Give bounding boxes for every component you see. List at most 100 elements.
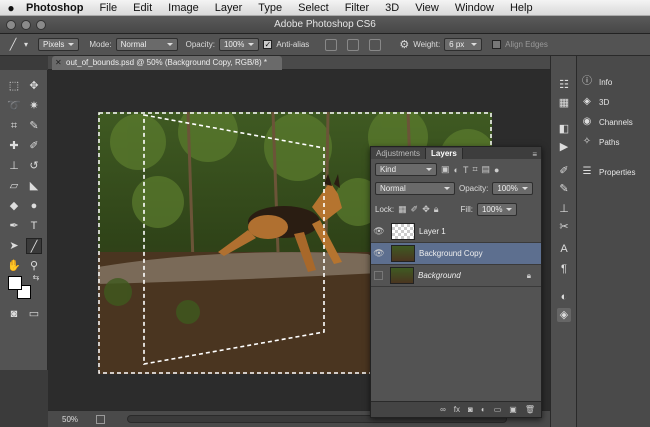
weight-field[interactable]: 6 px bbox=[444, 38, 483, 51]
swatches-panel-icon[interactable]: ▦ bbox=[557, 96, 571, 110]
foreground-color-swatch[interactable] bbox=[8, 276, 22, 290]
app-menu[interactable]: Photoshop bbox=[22, 2, 91, 14]
tab-layers[interactable]: Layers bbox=[426, 148, 463, 159]
menu-image[interactable]: Image bbox=[160, 2, 207, 14]
clone-stamp-tool-icon[interactable]: ⊥ bbox=[6, 158, 22, 174]
filter-pixel-icon[interactable]: ▣ bbox=[441, 164, 450, 175]
clone-source-panel-icon[interactable]: ⊥ bbox=[557, 202, 571, 216]
healing-brush-tool-icon[interactable]: ✚ bbox=[6, 138, 22, 154]
filter-type-icon[interactable]: T bbox=[463, 165, 469, 175]
layer-mask-icon[interactable]: ◙ bbox=[468, 405, 473, 414]
blend-mode-dropdown[interactable]: Normal bbox=[375, 182, 455, 195]
panel-info[interactable]: ⓘ Info bbox=[581, 76, 612, 88]
panel-paths[interactable]: ✧ Paths bbox=[581, 136, 620, 148]
type-tool-icon[interactable]: T bbox=[26, 218, 42, 234]
eraser-tool-icon[interactable]: ▱ bbox=[6, 178, 22, 194]
layer-opacity-field[interactable]: 100% bbox=[492, 182, 533, 195]
layer-row-background[interactable]: Background 🔒︎ bbox=[371, 265, 541, 287]
apple-menu-icon[interactable]: ● bbox=[0, 1, 22, 15]
tool-presets-panel-icon[interactable]: ✂ bbox=[557, 220, 571, 234]
history-brush-tool-icon[interactable]: ↺ bbox=[26, 158, 42, 174]
eyedropper-tool-icon[interactable]: ✎ bbox=[26, 118, 42, 134]
hand-tool-icon[interactable]: ✋ bbox=[6, 258, 22, 274]
magic-wand-tool-icon[interactable]: ✷ bbox=[26, 98, 42, 114]
dodge-tool-icon[interactable]: ● bbox=[26, 198, 42, 214]
minimize-window-button[interactable] bbox=[21, 20, 31, 30]
lock-position-icon[interactable]: ✥ bbox=[422, 204, 430, 215]
menu-file[interactable]: File bbox=[91, 2, 125, 14]
adjustments-panel-icon[interactable]: ◐ bbox=[557, 290, 571, 304]
antialias-checkbox[interactable]: ✓ bbox=[263, 40, 273, 49]
menu-filter[interactable]: Filter bbox=[337, 2, 377, 14]
actions-panel-icon[interactable]: ▶ bbox=[557, 140, 571, 154]
new-group-icon[interactable]: ▭ bbox=[494, 405, 502, 414]
brush-panel-icon[interactable]: ✐ bbox=[557, 164, 571, 178]
fill-field[interactable]: 100% bbox=[476, 203, 518, 216]
opacity-field[interactable]: 100% bbox=[218, 38, 260, 51]
swap-colors-icon[interactable]: ⇆ bbox=[28, 270, 44, 286]
brush-presets-panel-icon[interactable]: ✎ bbox=[557, 182, 571, 196]
lock-image-icon[interactable]: ✐ bbox=[411, 204, 419, 215]
close-window-button[interactable] bbox=[6, 20, 16, 30]
blur-tool-icon[interactable]: ◆ bbox=[6, 198, 22, 214]
menu-3d[interactable]: 3D bbox=[377, 2, 407, 14]
filter-kind-dropdown[interactable]: Kind bbox=[375, 163, 437, 176]
document-tab[interactable]: ✕ out_of_bounds.psd @ 50% (Background Co… bbox=[52, 56, 282, 70]
layer-row-background-copy[interactable]: 👁︎ Background Copy bbox=[371, 243, 541, 265]
link-layers-icon[interactable]: ∞ bbox=[440, 405, 446, 414]
layer-style-icon[interactable]: fx bbox=[454, 405, 460, 414]
new-layer-icon[interactable]: ▣ bbox=[509, 405, 517, 414]
crop-tool-icon[interactable]: ⌗ bbox=[6, 118, 22, 134]
menu-view[interactable]: View bbox=[407, 2, 447, 14]
line-tool-preset-icon[interactable]: ╱ bbox=[6, 37, 20, 53]
screen-mode-icon[interactable]: ▭ bbox=[26, 306, 42, 322]
layer-row-layer-1[interactable]: 👁︎ Layer 1 bbox=[371, 221, 541, 243]
paragraph-panel-icon[interactable]: ¶ bbox=[557, 262, 571, 276]
character-panel-icon[interactable]: A bbox=[557, 242, 571, 256]
history-panel-icon[interactable]: ☷ bbox=[557, 78, 571, 92]
eye-icon[interactable]: 👁︎ bbox=[371, 248, 387, 259]
eye-icon[interactable]: 👁︎ bbox=[371, 226, 387, 237]
brush-tool-icon[interactable]: ✐ bbox=[26, 138, 42, 154]
preset-dropdown-arrow-icon[interactable]: ▾ bbox=[24, 40, 28, 49]
status-info-icon[interactable] bbox=[96, 414, 106, 424]
zoom-window-button[interactable] bbox=[36, 20, 46, 30]
menu-window[interactable]: Window bbox=[447, 2, 502, 14]
lock-all-icon[interactable]: 🔒︎ bbox=[434, 204, 439, 215]
gear-icon[interactable]: ⚙ bbox=[399, 38, 409, 51]
visibility-toggle-off[interactable] bbox=[374, 271, 383, 280]
units-dropdown[interactable]: Pixels bbox=[38, 38, 80, 51]
path-selection-tool-icon[interactable]: ➤ bbox=[6, 238, 22, 254]
layers-panel-icon[interactable]: ◈ bbox=[557, 308, 571, 322]
panel-menu-icon[interactable]: ≡ bbox=[532, 150, 541, 159]
quick-mask-icon[interactable]: ◙ bbox=[6, 306, 22, 322]
marquee-tool-icon[interactable]: ⬚ bbox=[6, 78, 22, 94]
menu-help[interactable]: Help bbox=[502, 2, 541, 14]
pen-tool-icon[interactable]: ✒ bbox=[6, 218, 22, 234]
path-operations-icon[interactable] bbox=[325, 38, 338, 51]
filter-smart-object-icon[interactable]: ▤ bbox=[482, 164, 491, 175]
filter-toggle-icon[interactable]: ● bbox=[494, 165, 499, 175]
panel-3d[interactable]: ◈ 3D bbox=[581, 96, 609, 108]
line-tool-icon[interactable]: ╱ bbox=[26, 238, 42, 254]
adjustment-layer-icon[interactable]: ◐ bbox=[481, 405, 486, 414]
trash-icon[interactable]: 🗑︎ bbox=[525, 405, 535, 414]
mode-dropdown[interactable]: Normal bbox=[115, 38, 178, 51]
lock-transparent-icon[interactable]: ▦ bbox=[398, 204, 407, 215]
tab-adjustments[interactable]: Adjustments bbox=[371, 148, 427, 159]
zoom-level[interactable]: 50% bbox=[62, 415, 78, 424]
move-tool-icon[interactable]: ✥ bbox=[26, 78, 42, 94]
filter-shape-icon[interactable]: ⌗ bbox=[472, 164, 477, 175]
panel-channels[interactable]: ◉ Channels bbox=[581, 116, 633, 128]
path-arrangement-icon[interactable] bbox=[369, 38, 382, 51]
align-edges-checkbox[interactable] bbox=[492, 40, 502, 49]
filter-adjustment-icon[interactable]: ◐ bbox=[454, 165, 459, 175]
path-alignment-icon[interactable] bbox=[347, 38, 360, 51]
menu-edit[interactable]: Edit bbox=[125, 2, 160, 14]
menu-select[interactable]: Select bbox=[290, 2, 337, 14]
menu-layer[interactable]: Layer bbox=[207, 2, 251, 14]
menu-type[interactable]: Type bbox=[250, 2, 290, 14]
lasso-tool-icon[interactable]: ➰ bbox=[6, 98, 22, 114]
paint-bucket-tool-icon[interactable]: ◣ bbox=[26, 178, 42, 194]
styles-panel-icon[interactable]: ◧ bbox=[557, 122, 571, 136]
